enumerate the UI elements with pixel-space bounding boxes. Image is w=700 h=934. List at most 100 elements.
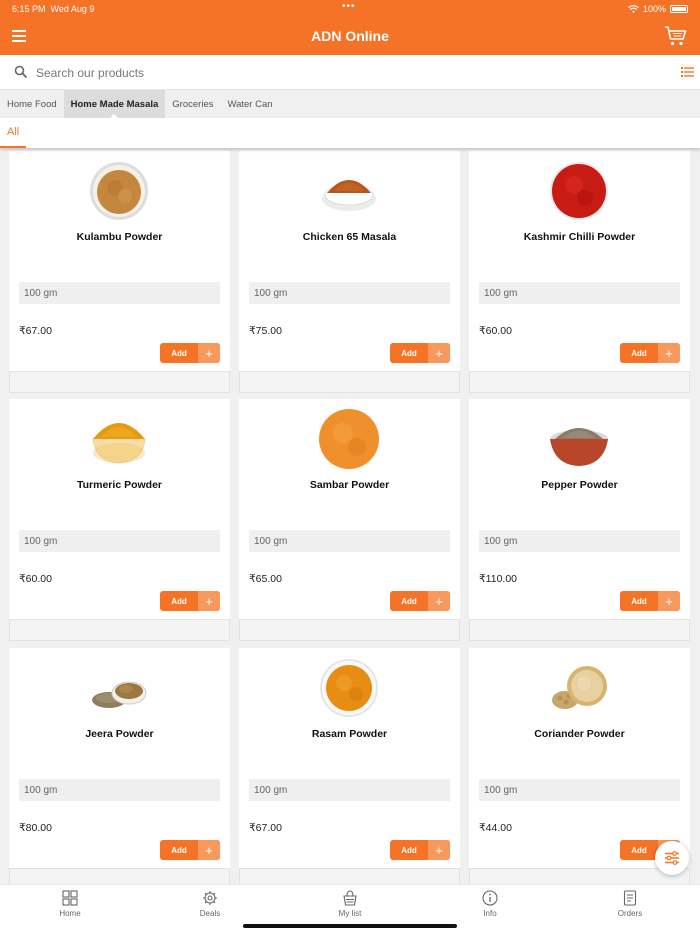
product-name: Chicken 65 Masala [302, 231, 397, 243]
card-footer [9, 868, 230, 884]
product-name: Sambar Powder [309, 479, 390, 491]
nav-label: Orders [617, 909, 643, 918]
app-bar: ADN Online [0, 18, 700, 55]
product-name: Pepper Powder [541, 479, 618, 491]
plus-icon: + [658, 343, 680, 363]
size-selector[interactable]: 100 gm [249, 779, 450, 801]
size-selector[interactable]: 100 gm [19, 530, 220, 552]
nav-info[interactable]: Info [460, 890, 520, 918]
size-selector[interactable]: 100 gm [19, 779, 220, 801]
add-label: Add [171, 596, 187, 606]
size-selector[interactable]: 100 gm [249, 530, 450, 552]
add-to-cart-button[interactable]: Add + [160, 343, 220, 363]
filter-button[interactable] [655, 841, 689, 875]
jeera-powder-image [92, 681, 147, 708]
plus-icon: + [428, 591, 450, 611]
grid-icon [62, 890, 78, 906]
kulambu-powder-image [90, 162, 148, 220]
search-input[interactable] [36, 63, 636, 83]
size-selector[interactable]: 100 gm [249, 282, 450, 304]
add-to-cart-button[interactable]: Add + [390, 343, 450, 363]
app-title: ADN Online [311, 28, 389, 44]
basket-icon [343, 890, 357, 906]
product-price: ₹44.00 [479, 822, 512, 834]
card-footer [239, 371, 460, 393]
nav-deals[interactable]: Deals [180, 890, 240, 918]
nav-home[interactable]: Home [40, 890, 100, 918]
card-footer [9, 371, 230, 393]
multitask-dots-icon: ••• [342, 1, 356, 12]
product-card[interactable]: Chicken 65 Masala 100 gm ₹75.00 Add + [239, 151, 460, 393]
plus-icon: + [198, 840, 220, 860]
card-footer [469, 868, 690, 884]
product-card[interactable]: Jeera Powder 100 gm ₹80.00 Add + [9, 648, 230, 884]
category-tabs: Home Food Home Made Masala Groceries Wat… [0, 90, 700, 118]
size-selector[interactable]: 100 gm [479, 779, 680, 801]
tab-groceries[interactable]: Groceries [165, 90, 220, 118]
status-time-date: 6:15 PM Wed Aug 9 [12, 4, 95, 14]
subcategory-tabs: All [0, 118, 700, 148]
plus-icon: + [428, 343, 450, 363]
status-right: 100% [628, 4, 688, 14]
kashmir-chilli-powder-image [550, 162, 608, 220]
product-price: ₹65.00 [249, 573, 282, 585]
tab-home-made-masala[interactable]: Home Made Masala [63, 90, 166, 118]
add-to-cart-button[interactable]: Add + [390, 591, 450, 611]
card-footer [9, 619, 230, 641]
card-footer [469, 619, 690, 641]
add-label: Add [631, 845, 647, 855]
list-view-icon[interactable] [681, 67, 694, 77]
add-to-cart-button[interactable]: Add + [160, 840, 220, 860]
search-bar [0, 55, 700, 90]
battery-icon [670, 5, 688, 13]
nav-label: Home [59, 909, 81, 918]
size-selector[interactable]: 100 gm [479, 530, 680, 552]
nav-label: My list [338, 909, 362, 918]
card-footer [239, 868, 460, 884]
product-card[interactable]: Kashmir Chilli Powder 100 gm ₹60.00 Add + [469, 151, 690, 393]
add-label: Add [401, 845, 417, 855]
tab-home-food[interactable]: Home Food [0, 90, 64, 118]
add-label: Add [631, 348, 647, 358]
size-selector[interactable]: 100 gm [19, 282, 220, 304]
add-to-cart-button[interactable]: Add + [390, 840, 450, 860]
cart-icon[interactable] [664, 24, 688, 48]
tab-all[interactable]: All [0, 118, 27, 148]
product-card[interactable]: Sambar Powder 100 gm ₹65.00 Add + [239, 399, 460, 641]
plus-icon: + [198, 343, 220, 363]
add-label: Add [401, 596, 417, 606]
plus-icon: + [658, 591, 680, 611]
product-price: ₹75.00 [249, 325, 282, 337]
search-icon [14, 65, 28, 79]
add-to-cart-button[interactable]: Add + [620, 343, 680, 363]
size-selector[interactable]: 100 gm [479, 282, 680, 304]
product-price: ₹67.00 [249, 822, 282, 834]
home-indicator [243, 924, 457, 928]
product-card[interactable]: Pepper Powder 100 gm ₹110.00 Add + [469, 399, 690, 641]
filter-sliders-icon [665, 851, 679, 865]
nav-my-list[interactable]: My list [320, 890, 380, 918]
wifi-icon [628, 5, 639, 13]
status-bar: 6:15 PM Wed Aug 9 ••• 100% [0, 0, 700, 18]
product-price: ₹67.00 [19, 325, 52, 337]
plus-icon: + [198, 591, 220, 611]
product-card[interactable]: Kulambu Powder 100 gm ₹67.00 Add + [9, 151, 230, 393]
product-name: Kashmir Chilli Powder [523, 231, 636, 243]
gear-icon [203, 891, 217, 905]
nav-label: Deals [199, 909, 221, 918]
orders-icon [623, 890, 637, 906]
nav-orders[interactable]: Orders [600, 890, 660, 918]
product-card[interactable]: Turmeric Powder 100 gm ₹60.00 Add + [9, 399, 230, 641]
product-card[interactable]: Rasam Powder 100 gm ₹67.00 Add + [239, 648, 460, 884]
product-name: Coriander Powder [534, 728, 625, 740]
sambar-powder-image [319, 409, 379, 469]
product-price: ₹110.00 [479, 573, 518, 585]
product-name: Jeera Powder [85, 728, 154, 740]
add-to-cart-button[interactable]: Add + [160, 591, 220, 611]
tab-water-can[interactable]: Water Can [220, 90, 279, 118]
rasam-powder-image [320, 659, 378, 717]
turmeric-powder-image [92, 423, 146, 464]
add-label: Add [401, 348, 417, 358]
info-icon [482, 890, 498, 906]
add-to-cart-button[interactable]: Add + [620, 591, 680, 611]
